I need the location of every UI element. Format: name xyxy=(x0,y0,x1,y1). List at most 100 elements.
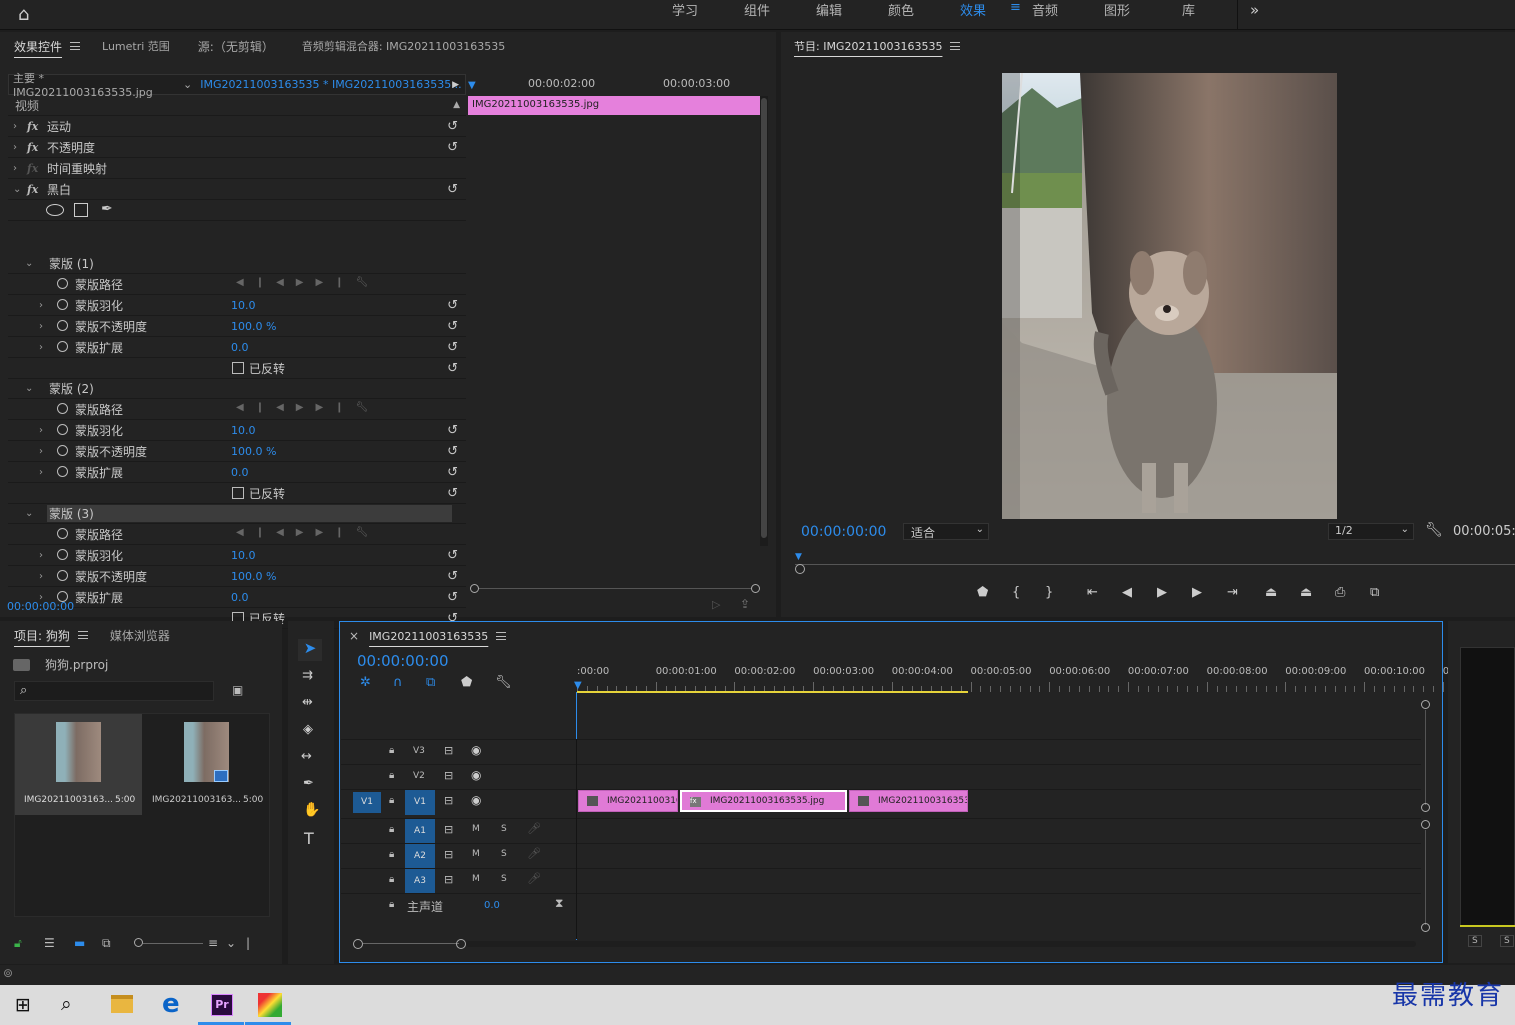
mask-path-row[interactable]: 蒙版路径 ◀❙◀▶▶❙🔧︎ xyxy=(8,274,466,295)
eye-icon[interactable]: ◉ xyxy=(471,768,481,782)
project-search-input[interactable]: ⌕ xyxy=(14,681,214,701)
more-workspaces-icon[interactable]: » xyxy=(1250,1,1259,19)
track-select-tool-icon[interactable]: ⇉ xyxy=(302,668,313,683)
reset-icon[interactable]: ↺ xyxy=(447,340,458,355)
scroll-up-icon[interactable]: ▲ xyxy=(453,100,460,110)
solo-left-button[interactable]: S xyxy=(1468,935,1482,947)
track-target-a2[interactable]: A2 xyxy=(405,844,435,869)
export-frame-icon[interactable]: ⎙ xyxy=(1335,585,1370,605)
edge-browser-icon[interactable]: e xyxy=(162,989,180,1019)
fx-icon[interactable]: fx xyxy=(27,120,38,133)
ripple-edit-tool-icon[interactable]: ⇹ xyxy=(302,695,313,710)
mark-in-icon[interactable]: { xyxy=(1012,585,1045,605)
mask-expansion-value[interactable]: 0.0 xyxy=(231,341,249,354)
timeline-clip[interactable]: IMG20211003163535 xyxy=(849,790,968,812)
project-item[interactable]: IMG20211003163... 5:00 xyxy=(15,714,142,815)
add-marker-icon[interactable]: ⬟ xyxy=(461,675,495,690)
premiere-pro-icon[interactable]: Pr xyxy=(211,994,233,1016)
mask-header[interactable]: ⌄ 蒙版 (1) xyxy=(8,253,466,274)
ec-clip-bar[interactable]: IMG20211003163535.jpg xyxy=(468,96,760,115)
effect-row-time-remap[interactable]: › fx 时间重映射 xyxy=(8,158,466,179)
extract-icon[interactable]: ⏏ xyxy=(1300,585,1335,605)
mask-path-row[interactable]: 蒙版路径 ◀❙◀▶▶❙🔧︎ xyxy=(8,524,466,545)
mask-feather-value[interactable]: 10.0 xyxy=(231,424,256,437)
track-label[interactable]: V3 xyxy=(413,746,425,756)
program-monitor-title[interactable]: 节目: IMG20211003163535 xyxy=(794,38,942,54)
workspace-tab-color[interactable]: 颜色 xyxy=(888,0,960,24)
zoom-level-select[interactable]: 适合 ⌄ xyxy=(903,523,989,540)
icon-view-icon[interactable]: ▬ xyxy=(74,936,102,950)
stopwatch-icon[interactable] xyxy=(57,466,68,477)
master-volume-value[interactable]: 0.0 xyxy=(484,900,500,911)
sync-lock-icon[interactable]: ⊟ xyxy=(444,873,453,886)
work-area-bar[interactable] xyxy=(577,691,968,693)
comparison-view-icon[interactable]: ⧉ xyxy=(1370,585,1405,605)
step-forward-icon[interactable]: ▶ xyxy=(1192,585,1227,605)
tab-effect-controls[interactable]: 效果控件 xyxy=(14,38,62,55)
tab-project[interactable]: 项目: 狗狗 xyxy=(14,627,70,644)
inverted-checkbox[interactable] xyxy=(232,487,244,499)
reset-icon[interactable]: ↺ xyxy=(447,119,458,134)
track-lock-icon[interactable]: 🔒︎ xyxy=(389,899,394,910)
mask-inverted-row[interactable]: 已反转 ↺ xyxy=(8,483,466,504)
mute-button[interactable]: M xyxy=(472,874,480,884)
workspace-tab-effects[interactable]: 效果 xyxy=(960,0,1010,24)
inverted-checkbox[interactable] xyxy=(232,362,244,374)
reset-icon[interactable]: ↺ xyxy=(447,590,458,605)
effect-row-black-white[interactable]: ⌄ fx 黑白 ↺ xyxy=(8,179,466,200)
sequence-clip-label[interactable]: IMG20211003163535 * IMG20211003163535... xyxy=(200,78,461,91)
wrench-icon[interactable]: 🔧︎ xyxy=(1425,522,1443,538)
mask-inverted-row[interactable]: 已反转 ↺ xyxy=(8,358,466,379)
track-target-a3[interactable]: A3 xyxy=(405,869,435,894)
program-time-ruler[interactable]: ▼ xyxy=(795,550,1515,576)
linked-selection-icon[interactable]: ⧉ xyxy=(426,675,461,690)
timeline-vertical-scrollbar[interactable] xyxy=(1421,700,1431,932)
reset-icon[interactable]: ↺ xyxy=(447,486,458,501)
effect-row-opacity[interactable]: › fx 不透明度 ↺ xyxy=(8,137,466,158)
reset-icon[interactable]: ↺ xyxy=(447,548,458,563)
panel-menu-icon[interactable] xyxy=(496,632,507,640)
go-to-end-icon[interactable]: ⧗ xyxy=(555,896,563,911)
mask-track-controls[interactable]: ◀❙◀▶▶❙🔧︎ xyxy=(236,527,380,538)
timeline-clip-selected[interactable]: fx IMG20211003163535.jpg xyxy=(680,790,847,812)
home-icon[interactable]: ⌂ xyxy=(18,4,29,25)
playhead-icon[interactable]: ▼ xyxy=(574,680,582,691)
mask-feather-row[interactable]: › 蒙版羽化 10.0 ↺ xyxy=(8,295,466,316)
add-marker-icon[interactable]: ⬟ xyxy=(977,585,1012,605)
workspace-tab-audio[interactable]: 音频 xyxy=(1032,0,1104,24)
solo-button[interactable]: S xyxy=(501,874,507,884)
track-target-a1[interactable]: A1 xyxy=(405,819,435,844)
timeline-clip[interactable]: IMG2021100316 xyxy=(578,790,678,812)
play-icon[interactable]: ▶ xyxy=(1157,585,1192,605)
list-view-icon[interactable]: ☰ xyxy=(44,936,74,950)
tab-source[interactable]: 源:（无剪辑） xyxy=(198,38,274,55)
play-triangle-icon[interactable]: ▶ xyxy=(452,80,459,90)
resolution-select[interactable]: 1/2 ⌄ xyxy=(1328,523,1414,540)
sync-lock-icon[interactable]: ⊟ xyxy=(444,769,453,782)
reset-icon[interactable]: ↺ xyxy=(447,569,458,584)
lock-icon[interactable]: 🔓︎ xyxy=(14,936,44,951)
stopwatch-icon[interactable] xyxy=(57,299,68,310)
file-explorer-icon[interactable] xyxy=(111,995,133,1013)
workspace-tab-learn[interactable]: 学习 xyxy=(672,0,744,24)
tab-lumetri-scopes[interactable]: Lumetri 范围 xyxy=(102,38,170,54)
chevron-down-icon[interactable]: ⌄ xyxy=(226,936,246,950)
stopwatch-icon[interactable] xyxy=(57,445,68,456)
panel-menu-icon[interactable] xyxy=(77,631,88,639)
ec-scrollbar[interactable] xyxy=(760,96,768,546)
reset-icon[interactable]: ↺ xyxy=(447,465,458,480)
workspace-tab-libraries[interactable]: 库 xyxy=(1182,0,1240,24)
hand-tool-icon[interactable]: ✋ xyxy=(303,802,320,818)
solo-right-button[interactable]: S xyxy=(1500,935,1514,947)
mask-opacity-row[interactable]: › 蒙版不透明度 100.0 % ↺ xyxy=(8,316,466,337)
track-label[interactable]: V2 xyxy=(413,771,425,781)
rectangle-mask-icon[interactable] xyxy=(74,203,88,217)
workspace-tab-editing[interactable]: 编辑 xyxy=(816,0,888,24)
mask-opacity-value[interactable]: 100.0 % xyxy=(231,570,276,583)
mask-track-controls[interactable]: ◀❙◀▶▶❙🔧︎ xyxy=(236,402,380,413)
project-item[interactable]: IMG20211003163... 5:00 xyxy=(143,714,270,815)
mask-expansion-row[interactable]: › 蒙版扩展 0.0 ↺ xyxy=(8,587,466,608)
panel-menu-icon[interactable] xyxy=(70,42,81,50)
eye-icon[interactable]: ◉ xyxy=(471,743,481,757)
track-master[interactable]: 🔒︎ 主声道 0.0 ⧗ xyxy=(341,893,1421,918)
